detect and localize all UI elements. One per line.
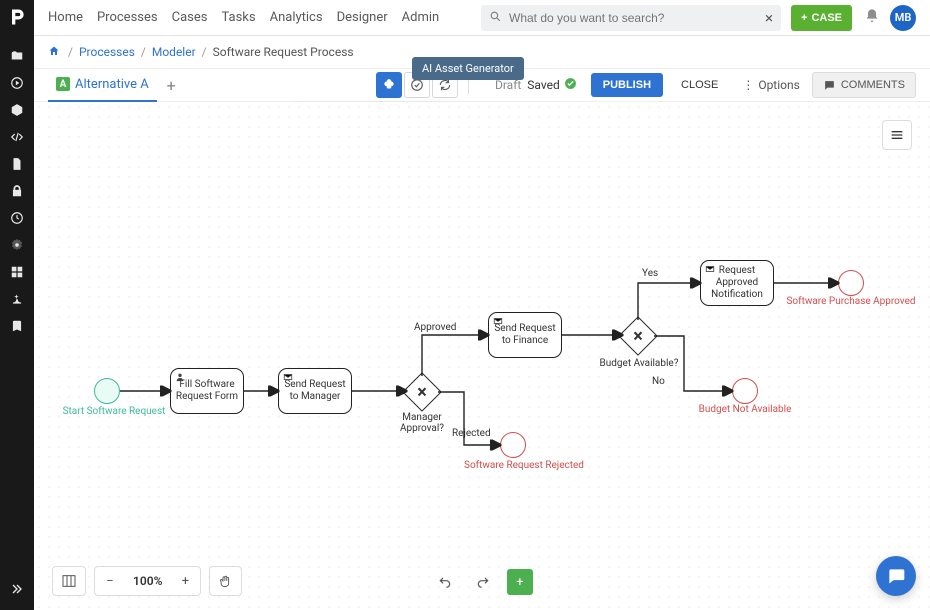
rail-magic-icon[interactable] (0, 285, 34, 312)
zoom-out-button[interactable]: − (95, 574, 125, 589)
options-menu[interactable]: ⋮Options (742, 78, 800, 92)
nav-cases[interactable]: Cases (172, 10, 208, 25)
flow-edges (34, 102, 930, 602)
edge-yes-label: Yes (642, 268, 658, 279)
user-avatar[interactable]: MB (890, 5, 916, 31)
message-task-icon (705, 264, 715, 278)
bottom-toolbar: − 100% + (52, 566, 242, 596)
add-tab-button[interactable]: + (167, 76, 176, 95)
edge-approved-label: Approved (414, 322, 456, 333)
gateway-budget[interactable]: × (618, 316, 658, 356)
user-task-icon (175, 372, 185, 386)
start-event[interactable] (94, 378, 120, 404)
comment-icon (823, 79, 836, 92)
rail-code-icon[interactable] (0, 123, 34, 150)
global-search[interactable]: × (481, 5, 781, 31)
comments-button[interactable]: COMMENTS (812, 72, 916, 98)
gateway-manager-approval[interactable]: × (402, 372, 442, 412)
bottom-toolbar-center: + (431, 568, 533, 596)
rail-clock-icon[interactable] (0, 204, 34, 231)
status-saved: Saved (527, 78, 559, 92)
home-icon[interactable] (48, 45, 60, 60)
publish-button[interactable]: PUBLISH (591, 73, 663, 97)
nav-admin[interactable]: Admin (402, 10, 440, 25)
search-clear-icon[interactable]: × (765, 9, 773, 27)
close-button[interactable]: CLOSE (671, 73, 728, 97)
top-nav: Home Processes Cases Tasks Analytics Des… (34, 0, 930, 36)
zoom-in-button[interactable]: + (170, 574, 200, 589)
left-rail (0, 0, 34, 610)
search-input[interactable] (509, 11, 753, 25)
gateway2-label: Budget Available? (594, 358, 684, 369)
tab-label: Alternative A (75, 77, 149, 92)
task-approved-notification[interactable]: Request Approved Notification (700, 260, 774, 306)
vdots-icon: ⋮ (742, 78, 754, 92)
end-rejected-label: Software Request Rejected (464, 460, 584, 471)
ai-generator-button[interactable] (376, 72, 402, 98)
undo-button[interactable] (431, 568, 459, 596)
new-case-button[interactable]: +CASE (791, 5, 852, 31)
crumb-processes[interactable]: Processes (79, 45, 135, 59)
end-no-budget-label: Budget Not Available (690, 404, 800, 415)
nav-processes[interactable]: Processes (97, 10, 158, 25)
tab-badge: A (56, 77, 70, 91)
crumb-current: Software Request Process (213, 45, 354, 59)
ai-tooltip: AI Asset Generator (412, 57, 524, 80)
plus-icon: + (801, 12, 807, 24)
rail-grid-icon[interactable] (0, 258, 34, 285)
notifications-icon[interactable] (864, 8, 880, 28)
rail-file-icon[interactable] (0, 150, 34, 177)
edge-no-label: No (652, 376, 665, 387)
task-fill-form[interactable]: Fill Software Request Form (170, 368, 244, 414)
nav-designer[interactable]: Designer (337, 10, 388, 25)
add-element-button[interactable]: + (507, 569, 533, 595)
rail-expand-icon[interactable] (0, 575, 34, 602)
pan-tool-button[interactable] (209, 566, 242, 596)
chat-fab[interactable] (876, 556, 916, 596)
end-rejected[interactable] (500, 432, 526, 458)
redo-button[interactable] (469, 568, 497, 596)
start-event-label: Start Software Request (54, 406, 174, 417)
edge-rejected-label: Rejected (452, 428, 491, 439)
end-no-budget[interactable] (732, 378, 758, 404)
search-icon (489, 10, 502, 27)
rail-book-icon[interactable] (0, 312, 34, 339)
rail-lock-icon[interactable] (0, 177, 34, 204)
nav-analytics[interactable]: Analytics (270, 10, 323, 25)
rail-folder-icon[interactable] (0, 42, 34, 69)
end-approved-label: Software Purchase Approved (786, 296, 916, 307)
tab-bar: A Alternative A + AI Asset Generator Cre… (34, 68, 930, 102)
app-logo[interactable] (6, 6, 28, 28)
nav-tasks[interactable]: Tasks (221, 10, 255, 25)
rail-gear-icon[interactable] (0, 231, 34, 258)
tab-alternative-a[interactable]: A Alternative A (48, 68, 157, 102)
message-task-icon (493, 316, 503, 330)
message-task-icon (283, 372, 293, 386)
canvas-menu-button[interactable] (882, 120, 912, 150)
modeler-canvas[interactable]: Start Software Request Fill Software Req… (34, 102, 930, 610)
status-draft: Draft (495, 78, 521, 92)
saved-check-icon (564, 77, 577, 94)
rail-play-icon[interactable] (0, 69, 34, 96)
task-send-finance[interactable]: Send Request to Finance (488, 312, 562, 358)
zoom-value: 100% (125, 574, 170, 588)
task-send-manager[interactable]: Send Request to Manager (278, 368, 352, 414)
zoom-controls: − 100% + (94, 566, 201, 596)
rail-box-icon[interactable] (0, 96, 34, 123)
minimap-button[interactable] (52, 566, 86, 596)
end-approved[interactable] (838, 270, 864, 296)
crumb-modeler[interactable]: Modeler (152, 45, 196, 59)
nav-home[interactable]: Home (48, 10, 83, 25)
